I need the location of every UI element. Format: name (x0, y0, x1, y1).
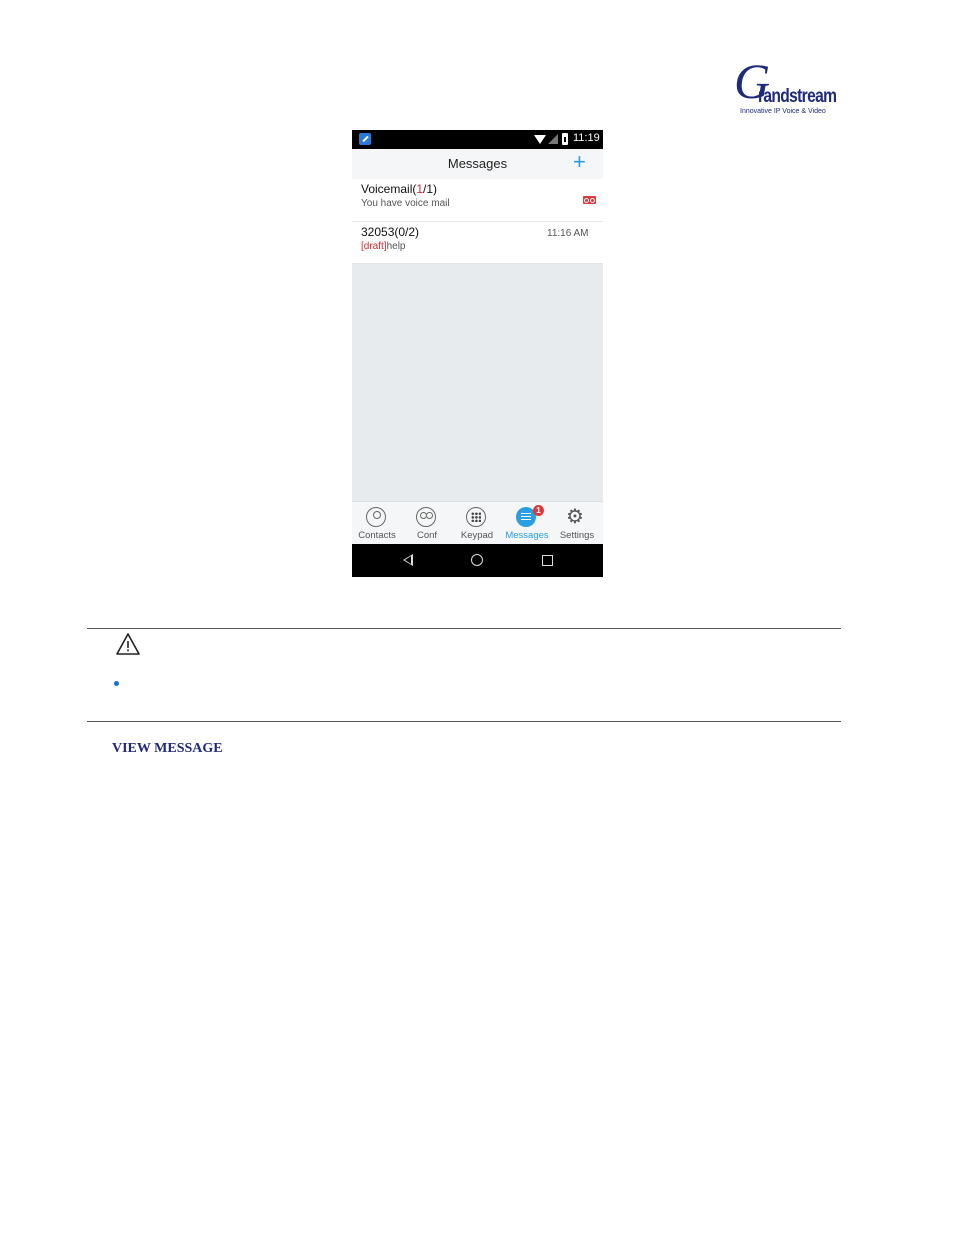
note-top-divider (87, 628, 841, 629)
message-name: 32053(0/2) (361, 225, 420, 239)
message-name: Voicemail(1/1) (361, 182, 438, 196)
logo-tagline: Innovative IP Voice & Video (740, 108, 826, 115)
settings-gear-icon: ⚙ (566, 506, 584, 528)
bottom-tab-bar: Contacts Conf Keypad 1 Messages ⚙ Settin… (352, 501, 603, 545)
app-header: Messages + (352, 149, 603, 180)
grandstream-logo: G randstream Innovative IP Voice & Video (732, 56, 840, 120)
conference-icon (416, 507, 436, 527)
status-bar: 11:19 (352, 130, 603, 149)
message-time: 11:16 AM (547, 228, 589, 239)
voicemail-icon (583, 196, 596, 204)
tab-label: Contacts (358, 530, 396, 541)
warning-icon (116, 633, 140, 655)
battery-icon (562, 133, 568, 145)
tab-settings[interactable]: ⚙ Settings (552, 502, 602, 545)
draft-tag: [draft] (361, 241, 387, 252)
note-bottom-divider (87, 721, 841, 722)
tab-conf[interactable]: Conf (402, 502, 452, 545)
tab-messages[interactable]: 1 Messages (502, 502, 552, 545)
home-icon[interactable] (471, 554, 483, 566)
tab-label: Keypad (460, 530, 494, 541)
message-row-voicemail[interactable]: Voicemail(1/1) You have voice mail (352, 179, 603, 222)
plus-icon[interactable]: + (573, 151, 586, 173)
message-preview: [draft]help (361, 241, 406, 252)
page-title: Messages (447, 156, 508, 171)
messages-badge: 1 (533, 505, 544, 516)
recent-apps-icon[interactable] (542, 555, 553, 566)
back-icon[interactable] (403, 554, 413, 566)
message-row-conversation[interactable]: 32053(0/2) 11:16 AM [draft]help (352, 222, 603, 264)
logo-brand: randstream (758, 86, 837, 107)
app-notification-icon (359, 133, 371, 145)
tab-keypad[interactable]: Keypad (452, 502, 502, 545)
tab-label: Conf (416, 530, 438, 541)
keypad-icon (466, 507, 486, 527)
tab-label: Messages (505, 530, 549, 541)
note-bullet (114, 681, 119, 686)
status-time: 11:19 (573, 132, 600, 144)
signal-icon (548, 134, 558, 144)
wifi-icon (534, 135, 546, 144)
section-heading: VIEW MESSAGE (112, 741, 223, 756)
tab-label: Settings (559, 530, 595, 541)
contacts-icon (366, 507, 386, 527)
phone-screen: 11:19 Messages + Voicemail(1/1) You have… (352, 130, 603, 577)
message-subtitle: You have voice mail (361, 198, 450, 209)
tab-contacts[interactable]: Contacts (352, 502, 402, 545)
android-nav-bar (352, 544, 603, 577)
